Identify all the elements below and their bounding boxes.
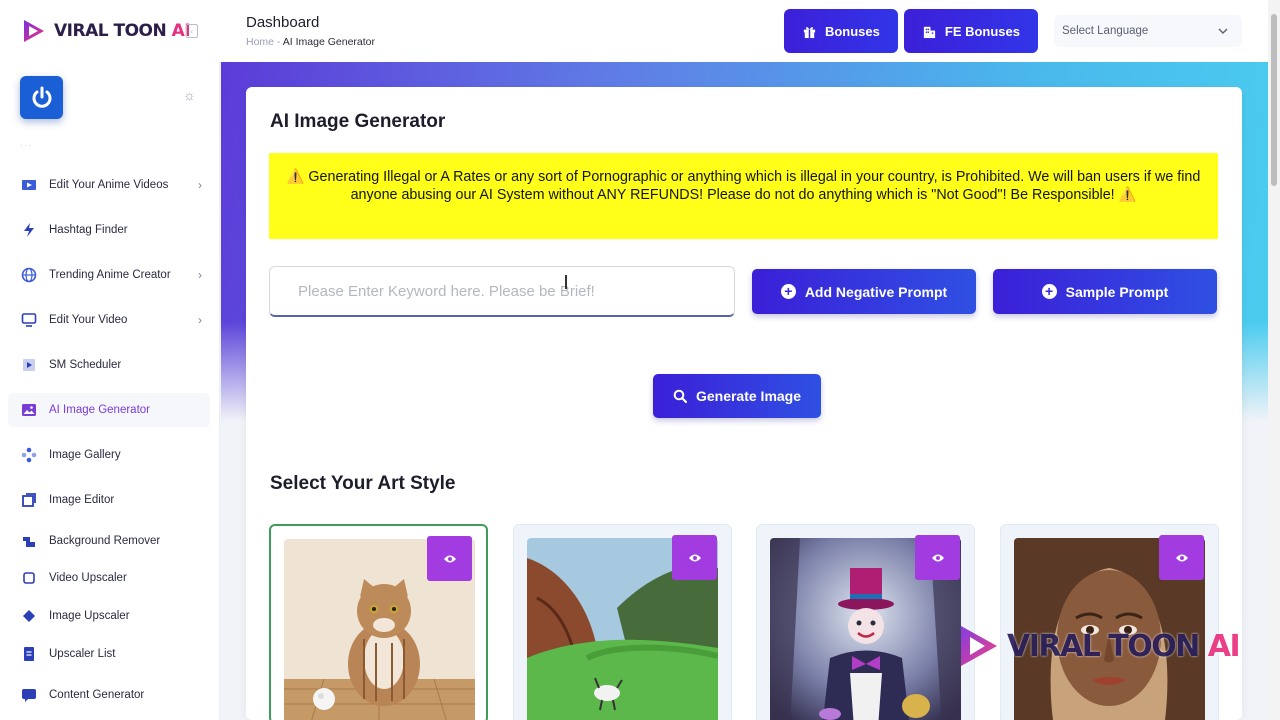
sidebar-item-label: Edit Your Anime Videos	[49, 179, 169, 191]
sidebar: ☼ ··· Edit Your Anime Videos › Hashtag F…	[0, 62, 220, 720]
bonuses-label: Bonuses	[824, 23, 880, 39]
logo-mark-icon	[24, 20, 44, 42]
sidebar-item-upscaler-list[interactable]: Upscaler List	[8, 637, 210, 671]
eye-icon	[443, 555, 456, 562]
fe-bonuses-button[interactable]: FE Bonuses	[903, 9, 1038, 53]
chat-icon	[20, 687, 37, 704]
sidebar-item-content-generator[interactable]: Content Generator	[8, 678, 210, 712]
keyword-input[interactable]	[269, 266, 735, 317]
sidebar-item-label: Upscaler List	[49, 648, 116, 660]
plus-circle-icon: +	[1041, 284, 1057, 299]
top-bar: VIRAL TOON AI ‹ Dashboard Home - AI Imag…	[0, 0, 1268, 62]
language-select[interactable]: Select Language	[1054, 15, 1242, 47]
sidebar-item-ai-image-generator[interactable]: AI Image Generator	[8, 393, 210, 427]
breadcrumb-current: AI Image Generator	[282, 36, 375, 48]
sidebar-item-edit-your-video[interactable]: Edit Your Video ›	[8, 303, 210, 337]
sidebar-item-background-remover[interactable]: Background Remover	[8, 524, 210, 558]
square-icon	[20, 570, 37, 587]
scrollbar-thumb[interactable]	[1271, 14, 1277, 186]
sidebar-item-image-gallery[interactable]: Image Gallery	[8, 438, 210, 472]
watermark-logo-icon	[961, 626, 997, 666]
plus-circle-icon: +	[780, 284, 796, 299]
language-select-value: Select Language	[1062, 25, 1149, 37]
gallery-icon	[20, 447, 37, 464]
power-button[interactable]	[20, 76, 63, 119]
sidebar-item-label: Background Remover	[49, 535, 161, 547]
chevron-right-icon: ›	[198, 313, 202, 327]
sample-prompt-label: Sample Prompt	[1065, 283, 1169, 300]
collapse-sidebar-icon[interactable]: ‹	[186, 24, 198, 38]
gift-icon	[803, 26, 816, 38]
sample-prompt-button[interactable]: + Sample Prompt	[993, 269, 1217, 314]
brand-name: VIRAL TOON AI	[54, 21, 191, 41]
warning-banner: ⚠️ Generating Illegal or A Rates or any …	[269, 153, 1218, 239]
eye-icon	[1175, 554, 1188, 561]
chevron-right-icon: ›	[198, 178, 202, 192]
text-cursor	[565, 275, 567, 289]
generate-image-label: Generate Image	[695, 388, 802, 404]
art-style-card-clown[interactable]	[756, 524, 975, 720]
sidebar-item-video-upscaler[interactable]: Video Upscaler	[8, 561, 210, 595]
globe-icon	[20, 267, 37, 284]
art-style-card-valley[interactable]	[513, 524, 732, 720]
sidebar-item-label: Video Upscaler	[49, 572, 127, 584]
sidebar-item-image-editor[interactable]: Image Editor	[8, 483, 210, 517]
top-actions: Bonuses FE Bonuses Select Language	[783, 9, 1242, 53]
sidebar-item-label: Content Generator	[49, 689, 145, 701]
brand-logo[interactable]: VIRAL TOON AI ‹	[0, 0, 220, 62]
video-icon	[20, 177, 37, 194]
sidebar-item-label: Image Gallery	[49, 449, 121, 461]
eye-icon	[688, 554, 701, 561]
preview-eye-button[interactable]	[427, 536, 472, 581]
eye-icon	[931, 554, 944, 561]
add-negative-prompt-label: Add Negative Prompt	[804, 283, 948, 300]
search-icon	[673, 389, 687, 403]
bolt-icon	[20, 222, 37, 239]
add-negative-prompt-button[interactable]: + Add Negative Prompt	[752, 269, 976, 314]
sidebar-item-label: Edit Your Video	[49, 314, 128, 326]
bonuses-button[interactable]: Bonuses	[783, 9, 898, 53]
preview-eye-button[interactable]	[672, 535, 717, 580]
generate-image-button[interactable]: Generate Image	[653, 374, 821, 418]
sidebar-item-trending-anime-creator[interactable]: Trending Anime Creator ›	[8, 258, 210, 292]
sidebar-item-label: Image Editor	[49, 494, 115, 506]
art-style-title: Select Your Art Style	[270, 473, 456, 494]
sidebar-item-edit-your-anime-videos[interactable]: Edit Your Anime Videos ›	[8, 168, 210, 202]
image-icon	[20, 402, 37, 419]
editor-icon	[20, 492, 37, 509]
title-block: Dashboard Home - AI Image Generator	[246, 14, 375, 48]
sidebar-item-hashtag-finder[interactable]: Hashtag Finder	[8, 213, 210, 247]
sidebar-item-label: Hashtag Finder	[49, 224, 128, 236]
page-title: Dashboard	[246, 14, 320, 31]
brand-watermark: VIRAL TOON AI	[957, 622, 1241, 670]
power-icon	[32, 86, 51, 108]
sidebar-item-image-upscaler[interactable]: Image Upscaler	[8, 599, 210, 633]
fe-bonuses-label: FE Bonuses	[944, 23, 1020, 39]
page-scrollbar[interactable]	[1268, 0, 1280, 720]
diamond-icon	[20, 608, 37, 625]
sidebar-item-sm-scheduler[interactable]: SM Scheduler	[8, 348, 210, 382]
document-icon	[20, 646, 37, 663]
eraser-icon	[20, 533, 37, 550]
sidebar-item-label: Trending Anime Creator	[49, 269, 171, 281]
sidebar-item-label: Image Upscaler	[49, 610, 130, 622]
chevron-right-icon: ›	[198, 268, 202, 282]
breadcrumb-separator: -	[274, 36, 283, 48]
menu-overflow-indicator: ···	[20, 140, 32, 150]
theme-toggle-icon[interactable]: ☼	[183, 87, 196, 103]
preview-eye-button[interactable]	[1159, 535, 1204, 580]
watermark-text: VIRAL TOON AI	[1007, 628, 1241, 664]
monitor-icon	[20, 312, 37, 329]
sidebar-item-label: SM Scheduler	[49, 359, 122, 371]
preview-eye-button[interactable]	[915, 535, 960, 580]
breadcrumb-home[interactable]: Home	[246, 36, 274, 48]
film-icon	[20, 357, 37, 374]
sidebar-item-label: AI Image Generator	[49, 404, 150, 416]
breadcrumb: Home - AI Image Generator	[246, 36, 375, 48]
building-icon	[923, 26, 935, 38]
card-title: AI Image Generator	[270, 111, 446, 132]
chevron-down-icon	[1218, 28, 1228, 34]
art-style-card-cat[interactable]	[269, 524, 488, 720]
